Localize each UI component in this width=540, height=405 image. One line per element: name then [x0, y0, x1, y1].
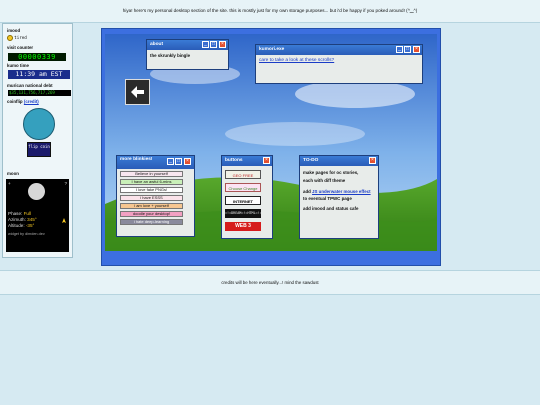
internet-archive-badge[interactable]: INTERNET ARCHIVE	[225, 196, 261, 213]
blinkie: i hate deep-learning	[120, 219, 183, 225]
todo-titlebar[interactable]: TO-DO	[300, 156, 378, 166]
kumori-window[interactable]: kumori.exe _ □ × care to take a look at …	[255, 44, 423, 84]
intro-text: hiya! here's my personal desktop section…	[122, 8, 418, 13]
close-icon[interactable]: ×	[219, 41, 226, 48]
moon-label: moon	[7, 171, 19, 176]
todo-list: make pages for oc stories, each with dif…	[303, 169, 375, 213]
maximize-icon[interactable]: □	[175, 158, 182, 165]
sidebar: imood tired visit counter 00000339 kumo …	[2, 23, 73, 258]
credits-footer: credits will be here eventually...! mind…	[0, 270, 540, 295]
back-arrow-icon[interactable]	[125, 79, 150, 105]
buttons-window[interactable]: buttons × GEO FREE Choose Change INTERNE…	[221, 155, 273, 239]
debt-counter: $35,131,756,717,269	[8, 90, 71, 96]
todo-item: each with diff theme	[303, 178, 346, 183]
moon-widget-credit: widget by dimden.dev	[8, 232, 45, 236]
blinkie: Believe in yourself	[120, 171, 183, 177]
todo-item: add JS underwater mouse effect to eventu…	[303, 189, 371, 201]
todo-item: add imood and status cafe	[303, 206, 359, 211]
close-icon[interactable]: ×	[184, 158, 191, 165]
coinflip-credit-link[interactable]: (credit)	[24, 99, 39, 104]
minimize-icon[interactable]: _	[202, 41, 209, 48]
debt-label: murican national debt	[7, 83, 53, 88]
footer-text: credits will be here eventually...! mind…	[221, 280, 319, 285]
geo-free-badge[interactable]: GEO FREE	[225, 170, 261, 179]
flip-coin-button[interactable]: flip coin	[27, 142, 51, 157]
blinkie: I love fake PNGs!	[120, 187, 183, 193]
web3-badge[interactable]: WEB 3	[225, 222, 261, 231]
moon-direction-icon	[62, 218, 66, 223]
mood-status: tired	[7, 35, 27, 41]
blinkies-title: more blinkies!	[120, 157, 153, 162]
moon-altitude: Altitude: -35°	[8, 223, 35, 228]
todo-title: TO-DO	[303, 158, 319, 163]
mood-label: imood	[7, 28, 21, 33]
about-body: the skrunkly bingle	[150, 53, 191, 58]
blinkie: doodle your desktop!	[120, 211, 183, 217]
buttons-title: buttons	[225, 158, 243, 163]
minimize-icon[interactable]: _	[167, 158, 174, 165]
todo-item: make pages for oc stories,	[303, 170, 359, 175]
coin-icon	[23, 108, 55, 140]
todo-window[interactable]: TO-DO × make pages for oc stories, each …	[299, 155, 379, 239]
kumo-clock: 11:39 am EST	[8, 70, 70, 79]
visit-counter: 00000339	[8, 53, 66, 61]
maximize-icon[interactable]: □	[210, 41, 217, 48]
kumo-time-label: kumo time	[7, 63, 29, 68]
moon-plus-button[interactable]: +	[8, 181, 11, 186]
dream-html-badge[interactable]: =!=DREAM=!=HTML=!=	[225, 209, 262, 218]
mood-face-icon	[7, 35, 13, 41]
blinkies-window[interactable]: more blinkies! _ □ × Believe in yourself…	[116, 155, 195, 237]
coinflip-label: coinflip (credit)	[7, 99, 39, 104]
moon-icon	[28, 183, 45, 200]
moon-azimuth: Azimuth: 345°	[8, 217, 37, 222]
close-icon[interactable]: ×	[369, 157, 376, 164]
close-icon[interactable]: ×	[413, 46, 420, 53]
visit-counter-label: visit counter	[7, 45, 34, 50]
moon-help-button[interactable]: ?	[64, 181, 67, 186]
blinkie: I have an awful 6-mins	[120, 179, 183, 185]
blinkie: i am love + yourself	[120, 203, 183, 209]
moon-widget: + ? Phase: Full Azimuth: 345° Altitude: …	[6, 179, 69, 252]
underwater-effect-link[interactable]: JS underwater mouse effect	[312, 189, 371, 194]
about-title: about	[150, 42, 164, 47]
about-window[interactable]: about _ □ × the skrunkly bingle	[146, 39, 229, 70]
close-icon[interactable]: ×	[263, 157, 270, 164]
maximize-icon[interactable]: □	[404, 46, 411, 53]
moon-phase: Phase: Full	[8, 211, 31, 216]
blinkies-titlebar[interactable]: more blinkies!	[117, 156, 194, 169]
kumori-title: kumori.exe	[259, 47, 285, 52]
blinkie: i have ESSS	[120, 195, 183, 201]
minimize-icon[interactable]: _	[396, 46, 403, 53]
intro-banner: hiya! here's my personal desktop section…	[0, 0, 540, 23]
choose-change-badge[interactable]: Choose Change	[225, 183, 261, 192]
scrolls-link[interactable]: care to take a look at these scrolls?	[259, 58, 419, 63]
